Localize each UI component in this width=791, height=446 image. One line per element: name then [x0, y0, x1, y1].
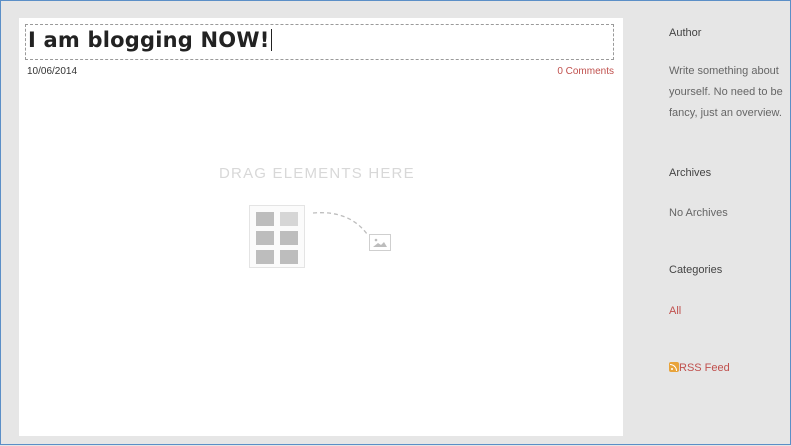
- grid-cell: [256, 250, 274, 264]
- grid-cell: [280, 231, 298, 245]
- post-date: 10/06/2014: [27, 66, 78, 77]
- image-placeholder-icon: [369, 234, 391, 251]
- blog-post-card: I am blogging NOW! 10/06/2014 0 Comments…: [19, 18, 623, 436]
- drag-arrow-icon: [312, 212, 368, 235]
- grid-cell: [280, 212, 298, 226]
- archives-heading: Archives: [669, 167, 712, 179]
- layout-grid-icon: [249, 205, 305, 268]
- grid-cell: [256, 231, 274, 245]
- blog-sidebar: Author Write something about yourself. N…: [669, 1, 791, 446]
- rss-feed-link[interactable]: RSS Feed: [669, 362, 730, 374]
- text-cursor: [271, 29, 273, 51]
- category-link-all[interactable]: All: [669, 305, 681, 317]
- rss-feed-label: RSS Feed: [679, 362, 730, 374]
- editor-frame: I am blogging NOW! 10/06/2014 0 Comments…: [0, 0, 791, 445]
- categories-heading: Categories: [669, 264, 723, 276]
- author-text: Write something about yourself. No need …: [669, 65, 783, 119]
- grid-cell: [280, 250, 298, 264]
- archives-text: No Archives: [669, 207, 728, 219]
- rss-icon: [669, 362, 679, 372]
- post-title[interactable]: I am blogging NOW!: [28, 28, 273, 52]
- post-title-editor[interactable]: I am blogging NOW!: [25, 24, 614, 60]
- grid-cell: [256, 212, 274, 226]
- author-heading: Author: [669, 27, 702, 39]
- post-title-text: I am blogging NOW!: [28, 28, 270, 52]
- drop-zone-label: DRAG ELEMENTS HERE: [219, 165, 415, 182]
- comments-link[interactable]: 0 Comments: [557, 66, 614, 77]
